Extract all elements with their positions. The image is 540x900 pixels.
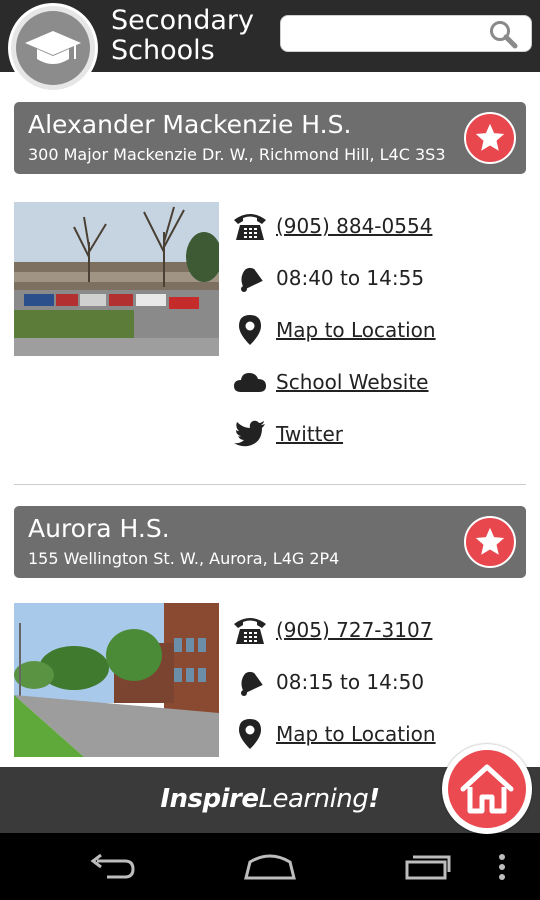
- school-banner[interactable]: Aurora H.S. 155 Wellington St. W., Auror…: [14, 506, 526, 578]
- map-pin-icon: [239, 719, 261, 749]
- star-icon: [475, 527, 505, 555]
- phone-row[interactable]: (905) 884-0554: [232, 206, 432, 246]
- system-nav-bar: [0, 833, 540, 900]
- cloud-icon: [234, 373, 266, 392]
- school-photo: [14, 202, 219, 356]
- school-address: 155 Wellington St. W., Aurora, L4G 2P4: [28, 549, 340, 568]
- bell-icon: [241, 671, 263, 696]
- map-link[interactable]: Map to Location: [276, 318, 436, 342]
- telephone-icon: [234, 214, 266, 240]
- school-hours: 08:40 to 14:55: [276, 266, 425, 290]
- website-link[interactable]: School Website: [276, 370, 428, 394]
- page-title: Secondary Schools: [111, 5, 254, 66]
- phone-link[interactable]: (905) 727-3107: [276, 618, 432, 642]
- school-list[interactable]: Alexander Mackenzie H.S. 300 Major Macke…: [0, 72, 540, 767]
- back-arrow-icon: [90, 853, 135, 879]
- home-outline-icon: [244, 854, 296, 880]
- hours-row: 08:15 to 14:50: [232, 662, 424, 702]
- search-icon[interactable]: [487, 19, 519, 51]
- school-name: Alexander Mackenzie H.S.: [28, 110, 352, 139]
- star-icon: [475, 123, 505, 151]
- favorite-button[interactable]: [464, 112, 516, 164]
- school-hours: 08:15 to 14:50: [276, 670, 425, 694]
- more-vertical-icon: [499, 854, 505, 880]
- divider: [14, 484, 526, 485]
- favorite-button[interactable]: [464, 516, 516, 568]
- home-nav-button[interactable]: [240, 849, 300, 885]
- twitter-row[interactable]: Twitter: [232, 414, 343, 454]
- map-pin-icon: [239, 315, 261, 345]
- map-row[interactable]: Map to Location: [232, 310, 436, 350]
- school-photo: [14, 603, 219, 757]
- recent-apps-icon: [405, 855, 451, 880]
- bell-icon: [241, 267, 263, 292]
- school-address: 300 Major Mackenzie Dr. W., Richmond Hil…: [28, 145, 446, 164]
- twitter-link[interactable]: Twitter: [276, 422, 343, 446]
- telephone-icon: [234, 618, 266, 644]
- phone-link[interactable]: (905) 884-0554: [276, 214, 432, 238]
- graduation-cap-icon: [25, 31, 81, 64]
- search-input[interactable]: [280, 15, 532, 52]
- map-row[interactable]: Map to Location: [232, 714, 436, 754]
- twitter-bird-icon: [234, 420, 265, 447]
- back-button[interactable]: [82, 849, 142, 885]
- recent-apps-button[interactable]: [398, 849, 458, 885]
- phone-row[interactable]: (905) 727-3107: [232, 610, 432, 650]
- home-icon: [460, 764, 514, 814]
- home-button[interactable]: [442, 744, 532, 834]
- website-row[interactable]: School Website: [232, 362, 428, 402]
- school-banner[interactable]: Alexander Mackenzie H.S. 300 Major Macke…: [14, 102, 526, 174]
- hours-row: 08:40 to 14:55: [232, 258, 424, 298]
- school-name: Aurora H.S.: [28, 514, 170, 543]
- overflow-menu-button[interactable]: [482, 849, 522, 885]
- app-logo[interactable]: [8, 3, 98, 93]
- map-link[interactable]: Map to Location: [276, 722, 436, 746]
